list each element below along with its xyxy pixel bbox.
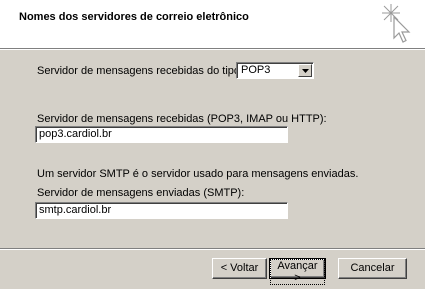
back-button[interactable]: < Voltar bbox=[212, 258, 267, 279]
cancel-button[interactable]: Cancelar bbox=[338, 258, 407, 279]
incoming-server-label: Servidor de mensagens recebidas (POP3, I… bbox=[37, 113, 327, 125]
incoming-type-select[interactable]: POP3 bbox=[236, 62, 314, 79]
next-button[interactable]: Avançar > bbox=[269, 258, 326, 285]
outgoing-server-label: Servidor de mensagens enviadas (SMTP): bbox=[37, 187, 245, 199]
chevron-down-icon bbox=[302, 69, 309, 73]
wizard-sparkle-cursor-icon bbox=[382, 4, 411, 43]
smtp-info-text: Um servidor SMTP é o servidor usado para… bbox=[37, 168, 359, 180]
next-button-label: Avançar > bbox=[270, 259, 325, 285]
outgoing-server-input[interactable]: smtp.cardiol.br bbox=[35, 202, 288, 219]
dropdown-button[interactable] bbox=[298, 64, 312, 77]
page-title: Nomes dos servidores de correio eletrôni… bbox=[19, 11, 249, 23]
incoming-type-label: Servidor de mensagens recebidas do tipo bbox=[37, 65, 241, 77]
incoming-server-input[interactable]: pop3.cardiol.br bbox=[35, 126, 288, 143]
incoming-type-value: POP3 bbox=[241, 64, 271, 76]
wizard-header: Nomes dos servidores de correio eletrôni… bbox=[0, 0, 425, 48]
